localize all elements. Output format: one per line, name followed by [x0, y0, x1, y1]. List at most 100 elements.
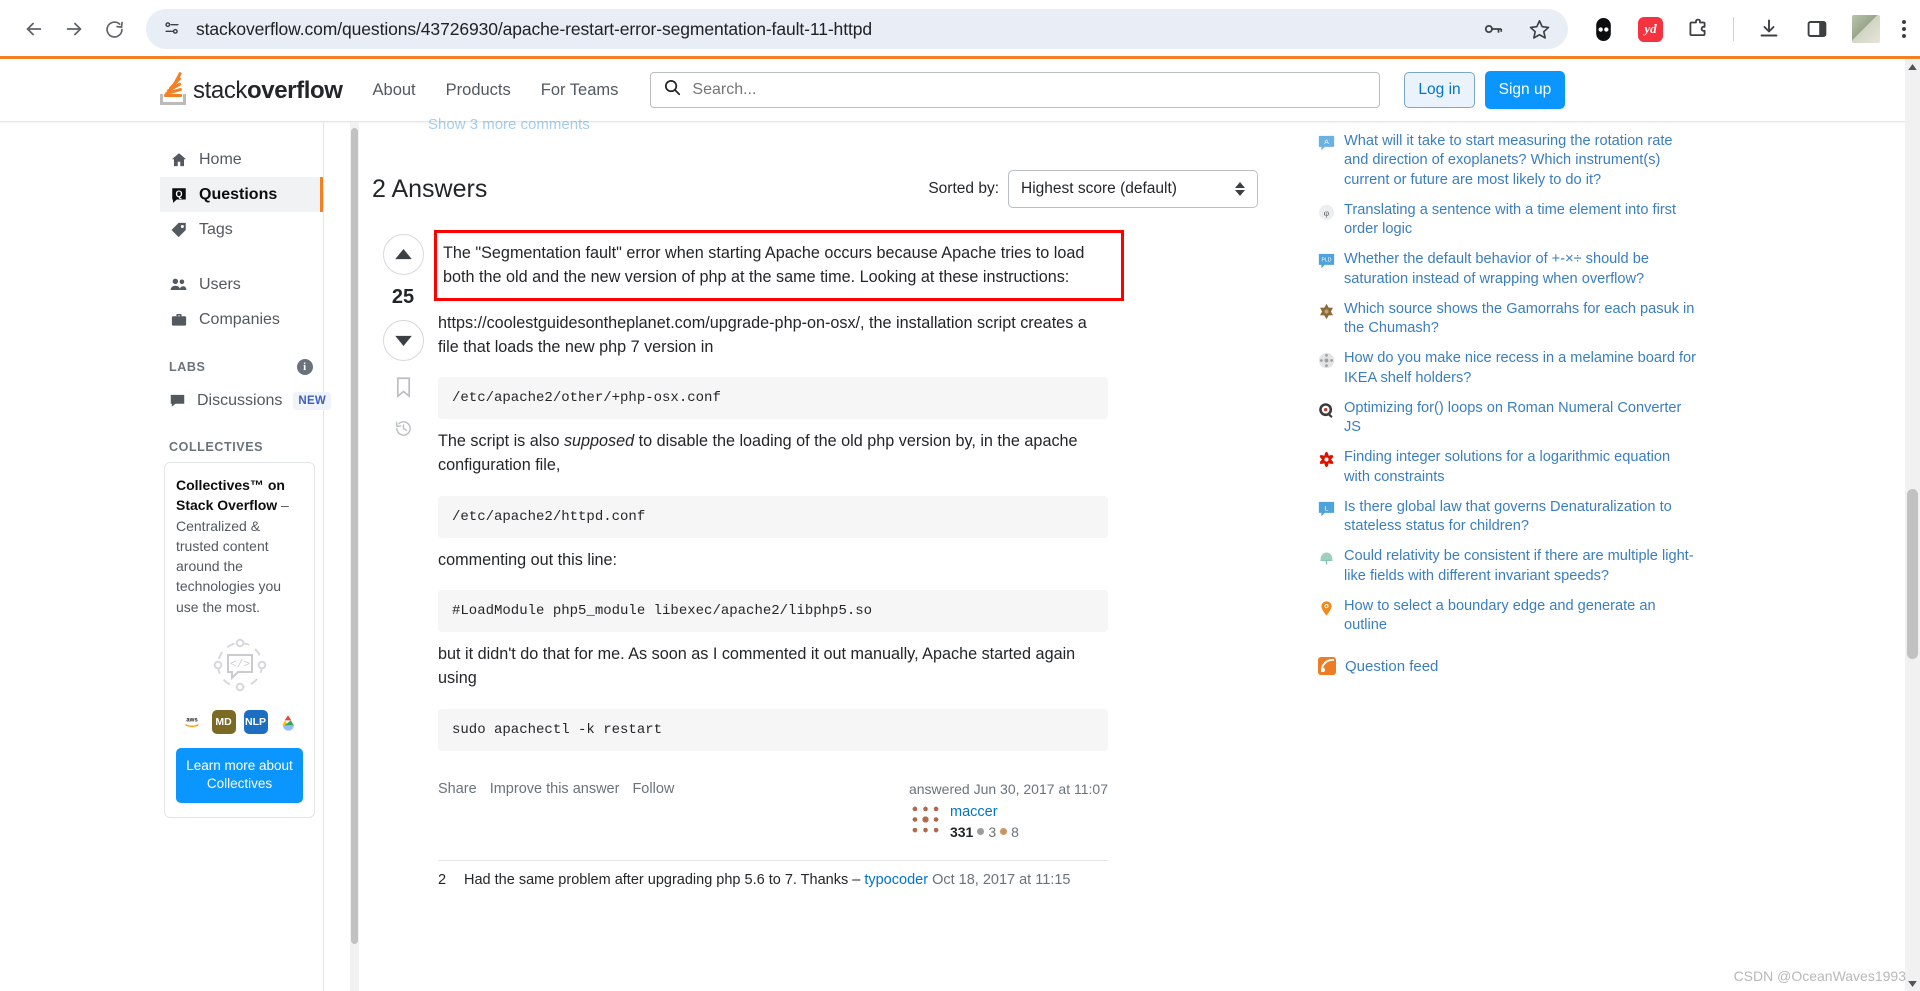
answer-user-card: answered Jun 30, 2017 at 11:07 maccer 33… [908, 781, 1108, 840]
side-panel-icon[interactable] [1804, 16, 1830, 42]
hot-question-item[interactable]: L Is there global law that governs Denat… [1318, 498, 1698, 537]
user-name-link[interactable]: maccer [950, 804, 998, 820]
sidebar-label-discussions: Discussions [197, 391, 283, 409]
downloads-icon[interactable] [1756, 16, 1782, 42]
youdao-extension-icon[interactable]: yd [1638, 16, 1663, 42]
sort-select[interactable]: Highest score (default) [1008, 170, 1258, 208]
sidebar-scrollbar-thumb[interactable] [351, 128, 358, 944]
codereview-site-icon [1318, 402, 1335, 419]
hot-question-item[interactable]: φ Translating a sentence with a time ele… [1318, 201, 1698, 240]
scroll-up-arrow[interactable] [1905, 59, 1920, 74]
hot-question-item[interactable]: PLD Whether the default behavior of +-×÷… [1318, 250, 1698, 289]
signup-button[interactable]: Sign up [1484, 71, 1566, 109]
code-block-3: #LoadModule php5_module libexec/apache2/… [438, 590, 1108, 633]
address-bar[interactable]: stackoverflow.com/questions/43726930/apa… [146, 9, 1568, 49]
question-feed-link[interactable]: Question feed [1345, 658, 1438, 675]
collectives-logo-icon: </> [176, 633, 303, 697]
stackoverflow-logo[interactable]: stackoverflow [160, 71, 343, 105]
hot-question-link[interactable]: Is there global law that governs Denatur… [1344, 498, 1698, 537]
md-collective-icon[interactable]: MD [211, 710, 236, 735]
show-more-comments-link[interactable]: Show 3 more comments [428, 116, 590, 133]
extensions-puzzle-icon[interactable] [1685, 16, 1711, 42]
improve-answer-link[interactable]: Improve this answer [490, 781, 620, 797]
question-feed-row[interactable]: Question feed [1318, 657, 1698, 676]
nav-products[interactable]: Products [446, 81, 511, 100]
answer: 25 The "Segmentation fault" error when s… [372, 230, 1272, 888]
hot-question-link[interactable]: Translating a sentence with a time eleme… [1344, 201, 1698, 240]
comment-author-link[interactable]: typocoder [864, 872, 928, 888]
key-icon[interactable] [1480, 16, 1506, 42]
answer-p2-a: The script is also [438, 432, 564, 451]
bitwarden-extension-icon[interactable] [1590, 16, 1616, 42]
nav-about[interactable]: About [373, 81, 416, 100]
sidebar-item-discussions[interactable]: Discussions NEW [160, 383, 332, 418]
sidebar-label-users: Users [199, 275, 241, 293]
page-scrollbar[interactable] [1905, 59, 1920, 991]
hot-question-link[interactable]: Whether the default behavior of +-×÷ sho… [1344, 250, 1698, 289]
share-link[interactable]: Share [438, 781, 477, 797]
chrome-menu-icon[interactable] [1902, 20, 1906, 38]
hot-question-link[interactable]: Finding integer solutions for a logarith… [1344, 448, 1698, 487]
blender-site-icon [1318, 600, 1335, 617]
hot-question-item[interactable]: How do you make nice recess in a melamin… [1318, 349, 1698, 388]
hot-question-item[interactable]: Could relativity be consistent if there … [1318, 547, 1698, 586]
discussions-new-badge: NEW [293, 391, 332, 410]
avatar[interactable] [908, 802, 942, 836]
sidebar-item-companies[interactable]: Companies [160, 302, 323, 337]
sidebar-label-companies: Companies [199, 310, 280, 328]
hot-question-link[interactable]: How to select a boundary edge and genera… [1344, 597, 1698, 636]
history-icon[interactable] [394, 419, 413, 443]
sort-select-value: Highest score (default) [1021, 180, 1177, 197]
hot-question-link[interactable]: What will it take to start measuring the… [1344, 132, 1698, 190]
main-column: Show 3 more comments 2 Answers Sorted by… [372, 116, 1272, 991]
comment-score: 2 [438, 871, 447, 888]
follow-link[interactable]: Follow [632, 781, 674, 797]
vote-count: 25 [391, 286, 415, 308]
login-button[interactable]: Log in [1404, 72, 1475, 108]
sidebar-item-questions[interactable]: Q Questions [160, 177, 323, 212]
hot-question-item[interactable]: Optimizing for() loops on Roman Numeral … [1318, 399, 1698, 438]
search-box[interactable] [650, 72, 1381, 108]
hot-question-link[interactable]: Could relativity be consistent if there … [1344, 547, 1698, 586]
hot-question-link[interactable]: Which source shows the Gamorrahs for eac… [1344, 300, 1698, 339]
answer-paragraph-3: commenting out this line: [438, 550, 618, 569]
nav-for-teams[interactable]: For Teams [541, 81, 619, 100]
hot-question-item[interactable]: Which source shows the Gamorrahs for eac… [1318, 300, 1698, 339]
toolbar-divider [1733, 17, 1734, 41]
sidebar-item-users[interactable]: Users [160, 267, 323, 302]
labs-heading: LABS [169, 360, 206, 374]
downvote-button[interactable] [382, 320, 424, 361]
info-icon[interactable]: i [297, 359, 313, 375]
learn-more-collectives-button[interactable]: Learn more about Collectives [176, 748, 303, 803]
search-input[interactable] [692, 81, 1368, 99]
bookmark-star-icon[interactable] [1526, 16, 1552, 42]
reload-button[interactable] [94, 9, 134, 49]
upgrade-guide-link[interactable]: https://coolestguidesontheplanet.com/upg… [438, 314, 860, 332]
upvote-button[interactable] [382, 234, 424, 275]
bookmark-icon[interactable] [395, 377, 412, 403]
sidebar-scrollbar[interactable] [350, 122, 359, 991]
hot-question-link[interactable]: Optimizing for() loops on Roman Numeral … [1344, 399, 1698, 438]
question-mark-icon: Q [169, 185, 188, 204]
sidebar-item-home[interactable]: Home [160, 142, 323, 177]
profile-avatar[interactable] [1852, 15, 1880, 43]
answer-p2-emphasis: supposed [563, 432, 635, 451]
hot-question-link[interactable]: How do you make nice recess in a melamin… [1344, 349, 1698, 388]
hot-question-item[interactable]: A What will it take to start measuring t… [1318, 132, 1698, 190]
collectives-card: Collectives™ on Stack Overflow – Central… [164, 462, 315, 818]
hot-question-item[interactable]: How to select a boundary edge and genera… [1318, 597, 1698, 636]
aws-collective-icon[interactable]: aws [179, 710, 204, 735]
scroll-down-arrow[interactable] [1905, 976, 1920, 991]
nlp-collective-icon[interactable]: NLP [243, 710, 268, 735]
logo-bold: overflow [247, 77, 343, 104]
site-info-icon[interactable] [162, 18, 184, 40]
gcp-collective-icon[interactable] [275, 710, 300, 735]
home-icon [169, 150, 188, 169]
page-scrollbar-thumb[interactable] [1907, 489, 1918, 659]
forward-button[interactable] [54, 9, 94, 49]
collectives-heading-row: COLLECTIVES [160, 440, 323, 454]
hot-question-item[interactable]: Finding integer solutions for a logarith… [1318, 448, 1698, 487]
back-button[interactable] [14, 9, 54, 49]
silver-badge-icon [977, 828, 985, 836]
sidebar-item-tags[interactable]: Tags [160, 212, 323, 247]
